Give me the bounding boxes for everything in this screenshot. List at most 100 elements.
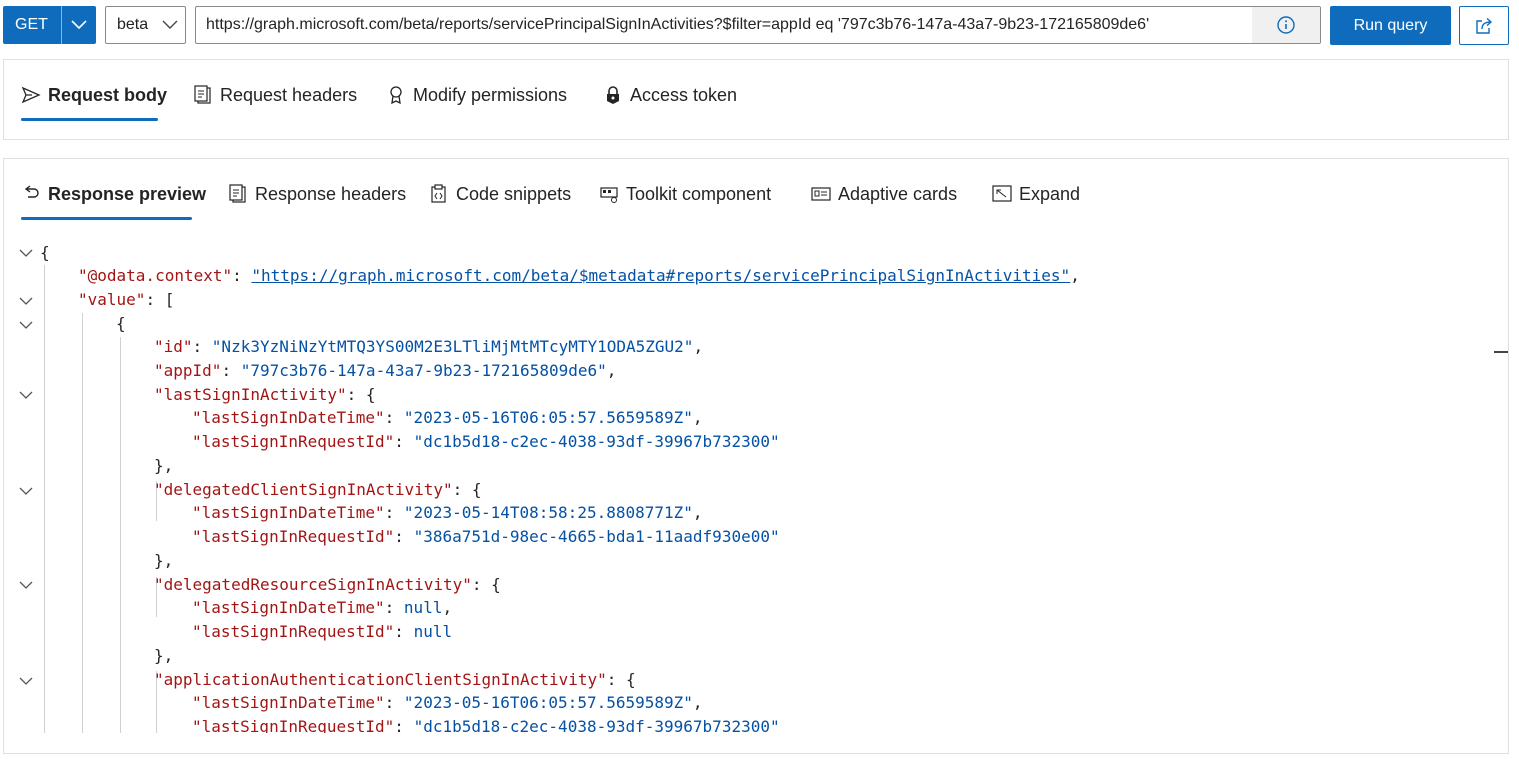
json-line: "lastSignInRequestId": "dc1b5d18-c2ec-40… bbox=[192, 715, 780, 733]
share-icon bbox=[1476, 17, 1493, 34]
run-query-button[interactable]: Run query bbox=[1330, 6, 1451, 45]
chevron-down-icon bbox=[162, 20, 178, 29]
tab-toolkit-component[interactable]: Toolkit component bbox=[599, 179, 771, 209]
send-icon bbox=[21, 86, 41, 104]
json-key: "lastSignInDateTime" bbox=[192, 503, 385, 522]
version-dropdown[interactable]: beta bbox=[105, 6, 186, 44]
tab-modify-permissions[interactable]: Modify permissions bbox=[386, 80, 567, 110]
fold-chevron-icon[interactable] bbox=[18, 293, 34, 309]
code-clipboard-icon bbox=[431, 184, 446, 203]
json-value: "2023-05-16T06:05:57.5659589Z" bbox=[403, 408, 693, 427]
tab-request-headers[interactable]: Request headers bbox=[193, 80, 357, 110]
tab-label: Request headers bbox=[220, 84, 358, 105]
json-line: "lastSignInRequestId": "dc1b5d18-c2ec-40… bbox=[192, 432, 780, 451]
json-value: "dc1b5d18-c2ec-4038-93df-39967b732300" bbox=[413, 717, 780, 733]
tab-response-headers[interactable]: Response headers bbox=[228, 179, 406, 209]
lock-icon bbox=[607, 86, 619, 104]
url-field[interactable] bbox=[195, 6, 1321, 44]
request-panel: Request body Request headers Modify perm… bbox=[3, 59, 1509, 140]
fold-chevron-icon[interactable] bbox=[18, 387, 34, 403]
json-key: "lastSignInRequestId" bbox=[192, 432, 395, 451]
json-key: "delegatedResourceSignInActivity" bbox=[154, 575, 472, 594]
tab-label: Modify permissions bbox=[413, 84, 568, 105]
json-line: { bbox=[116, 314, 126, 333]
json-line: "lastSignInDateTime": "2023-05-14T08:58:… bbox=[192, 503, 703, 522]
tab-expand[interactable]: Expand bbox=[992, 179, 1080, 209]
json-value: null bbox=[403, 598, 443, 617]
json-key: "lastSignInRequestId" bbox=[192, 622, 395, 641]
share-query-button[interactable] bbox=[1459, 6, 1509, 45]
tab-label: Request body bbox=[48, 84, 168, 105]
json-value: "Nzk3YzNiNzYtMTQ3YS00M2E3LTliMjMtMTcyMTY… bbox=[211, 337, 694, 356]
headers-icon bbox=[229, 184, 246, 203]
json-line: "lastSignInActivity": { bbox=[154, 385, 376, 404]
tab-label: Access token bbox=[630, 84, 738, 105]
permissions-icon bbox=[390, 86, 402, 105]
json-key: "lastSignInDateTime" bbox=[192, 693, 385, 712]
tab-code-snippets[interactable]: Code snippets bbox=[429, 179, 571, 209]
json-key: "id" bbox=[154, 337, 193, 356]
indent-guide bbox=[120, 337, 121, 733]
json-line: "value": [ bbox=[78, 290, 175, 309]
tab-response-preview[interactable]: Response preview bbox=[21, 179, 206, 209]
json-value: "386a751d-98ec-4665-bda1-11aadf930e00" bbox=[413, 527, 780, 546]
json-line: "@odata.context": "https://graph.microso… bbox=[78, 266, 1080, 285]
fold-chevron-icon[interactable] bbox=[18, 673, 34, 689]
json-line: "delegatedClientSignInActivity": { bbox=[154, 480, 482, 499]
json-line: }, bbox=[154, 646, 174, 665]
json-line: "lastSignInDateTime": "2023-05-16T06:05:… bbox=[192, 408, 703, 427]
info-button[interactable] bbox=[1252, 7, 1320, 43]
json-line: }, bbox=[154, 456, 174, 475]
tab-access-token[interactable]: Access token bbox=[603, 80, 737, 110]
json-value: "797c3b76-147a-43a7-9b23-172165809de6" bbox=[240, 361, 607, 380]
info-icon bbox=[1277, 16, 1295, 34]
headers-icon bbox=[194, 85, 211, 104]
json-line: }, bbox=[154, 551, 174, 570]
fold-chevron-icon[interactable] bbox=[18, 245, 34, 261]
json-key: "lastSignInRequestId" bbox=[192, 527, 395, 546]
indent-guide bbox=[82, 313, 83, 733]
json-value: null bbox=[413, 622, 453, 641]
scrollbar-thumb[interactable] bbox=[1494, 351, 1508, 353]
json-value: "2023-05-14T08:58:25.8808771Z" bbox=[403, 503, 693, 522]
active-tab-indicator bbox=[21, 118, 158, 121]
json-value: "2023-05-16T06:05:57.5659589Z" bbox=[403, 693, 693, 712]
fold-chevron-icon[interactable] bbox=[18, 577, 34, 593]
tab-label: Adaptive cards bbox=[838, 183, 958, 204]
fold-chevron-icon[interactable] bbox=[18, 483, 34, 499]
version-label: beta bbox=[117, 16, 149, 33]
fold-chevron-icon[interactable] bbox=[18, 317, 34, 333]
undo-arrow-icon bbox=[24, 185, 39, 198]
url-input[interactable] bbox=[206, 7, 1246, 43]
json-line: "lastSignInRequestId": null bbox=[192, 622, 453, 641]
active-tab-indicator bbox=[21, 217, 192, 220]
json-line: "lastSignInDateTime": null, bbox=[192, 598, 453, 617]
tab-label: Response headers bbox=[255, 183, 407, 204]
json-key: "lastSignInDateTime" bbox=[192, 598, 385, 617]
tab-adaptive-cards[interactable]: Adaptive cards bbox=[811, 179, 957, 209]
tab-label: Toolkit component bbox=[626, 183, 772, 204]
json-line: { bbox=[40, 243, 50, 262]
json-key: "appId" bbox=[154, 361, 222, 380]
response-panel: Response preview Response headers Code s… bbox=[3, 158, 1509, 754]
response-json-viewer[interactable]: { "@odata.context": "https://graph.micro… bbox=[4, 241, 1494, 733]
tab-request-body[interactable]: Request body bbox=[21, 80, 167, 110]
http-method-dropdown[interactable]: GET bbox=[3, 6, 96, 44]
http-method-label: GET bbox=[15, 16, 48, 33]
json-line: "lastSignInDateTime": "2023-05-16T06:05:… bbox=[192, 693, 703, 712]
json-key: "applicationAuthenticationClientSignInAc… bbox=[154, 670, 607, 689]
method-divider bbox=[61, 6, 62, 44]
chevron-down-icon bbox=[71, 20, 87, 30]
indent-guide bbox=[44, 265, 45, 733]
json-line: "delegatedResourceSignInActivity": { bbox=[154, 575, 501, 594]
tab-label: Expand bbox=[1019, 183, 1081, 204]
json-line: "appId": "797c3b76-147a-43a7-9b23-172165… bbox=[154, 361, 617, 380]
json-key: "lastSignInRequestId" bbox=[192, 717, 395, 733]
json-line: "lastSignInRequestId": "386a751d-98ec-46… bbox=[192, 527, 780, 546]
odata-context-link[interactable]: "https://graph.microsoft.com/beta/$metad… bbox=[251, 266, 1070, 285]
tab-label: Code snippets bbox=[456, 183, 572, 204]
json-key: "delegatedClientSignInActivity" bbox=[154, 480, 453, 499]
expand-icon bbox=[992, 185, 1012, 202]
tab-label: Response preview bbox=[48, 183, 207, 204]
json-key: "lastSignInActivity" bbox=[154, 385, 347, 404]
